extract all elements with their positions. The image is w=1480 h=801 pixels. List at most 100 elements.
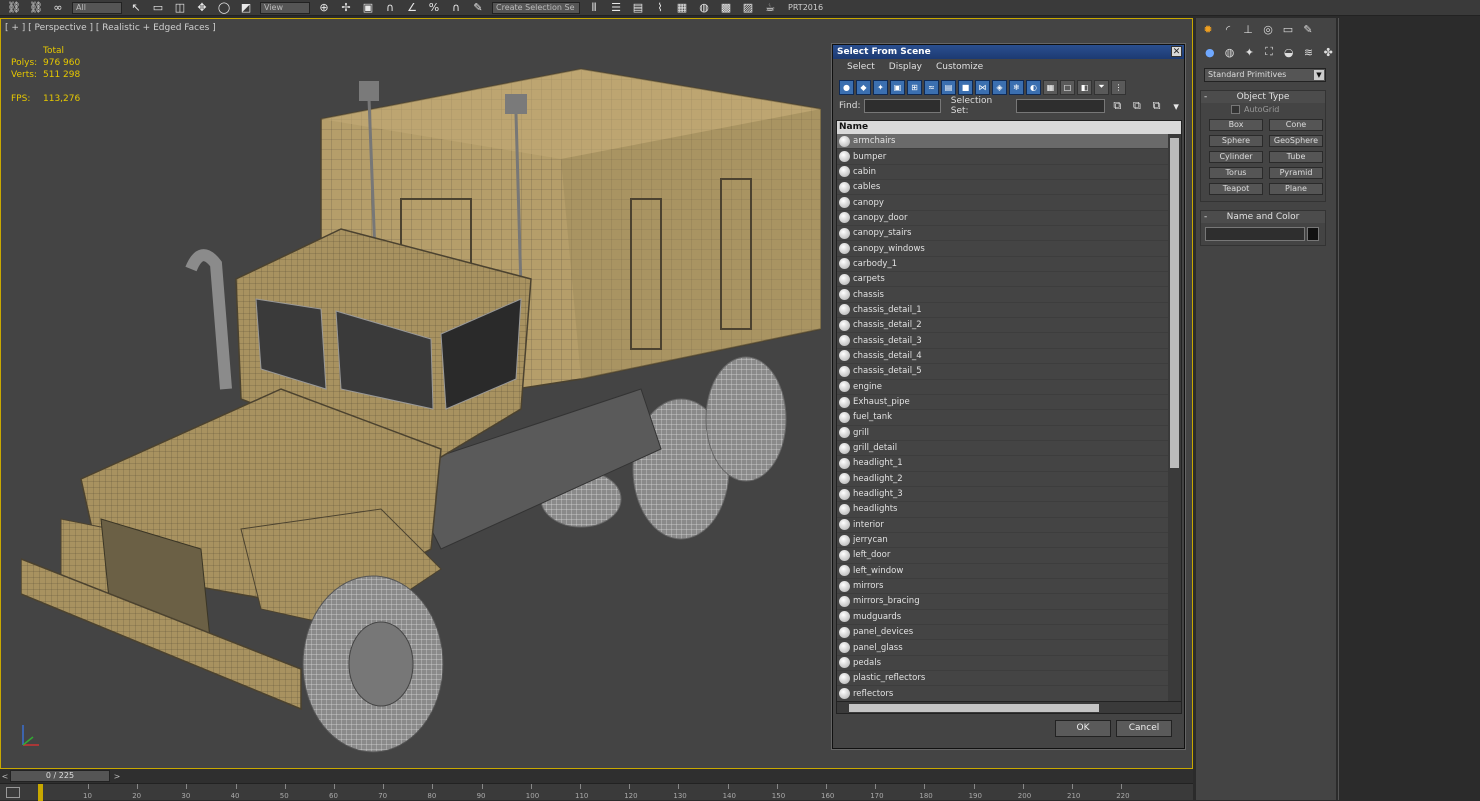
list-item[interactable]: chassis_detail_3	[837, 333, 1169, 349]
list-item[interactable]: mudguards	[837, 609, 1169, 625]
find-input[interactable]	[864, 99, 941, 113]
percent-snap-icon[interactable]: %	[426, 1, 442, 15]
cylinder-button[interactable]: Cylinder	[1209, 151, 1263, 163]
selection-set-dropdown[interactable]	[1015, 99, 1106, 113]
named-selection-dropdown[interactable]: Create Selection Se	[492, 1, 580, 14]
vertical-scrollbar[interactable]	[1168, 134, 1181, 701]
close-icon[interactable]: ✕	[1171, 46, 1182, 57]
rect-select-icon[interactable]: ▭	[150, 1, 166, 15]
prev-frame-button[interactable]: <	[0, 772, 10, 781]
track-bar[interactable]: 10 20 30 40 50 60 70 80 90 100 110 120 130 140 150 160 1…	[0, 783, 1193, 801]
primitive-type-dropdown[interactable]: Standard Primitives ▼	[1204, 68, 1326, 82]
list-item[interactable]: grill_detail	[837, 440, 1169, 457]
create-tab-icon[interactable]: ✹	[1200, 21, 1216, 37]
column-header-name[interactable]: Name	[837, 121, 1181, 134]
list-item[interactable]: grill	[837, 425, 1169, 441]
sphere-button[interactable]: Sphere	[1209, 135, 1263, 147]
list-item[interactable]: panel_devices	[837, 625, 1169, 641]
display-tab-icon[interactable]: ▭	[1280, 21, 1296, 37]
collapse-icon[interactable]: -	[1204, 211, 1207, 223]
truck-model[interactable]	[21, 49, 821, 769]
create-set-icon[interactable]: ⧉	[1109, 99, 1125, 113]
coord-system-dropdown[interactable]: View	[260, 1, 310, 14]
move-icon[interactable]: ✥	[194, 1, 210, 15]
list-item[interactable]: mirrors	[837, 578, 1169, 595]
render-setup-icon[interactable]: ▩	[718, 1, 734, 15]
list-item[interactable]: headlight_1	[837, 456, 1169, 472]
list-item[interactable]: fuel_tank	[837, 410, 1169, 426]
list-item[interactable]: interior	[837, 517, 1169, 533]
render-frame-icon[interactable]: ▨	[740, 1, 756, 15]
list-item[interactable]: headlight_3	[837, 486, 1169, 503]
menu-select[interactable]: Select	[847, 62, 875, 72]
object-type-title[interactable]: - Object Type	[1201, 91, 1325, 103]
geometry-icon[interactable]: ●	[1202, 44, 1218, 60]
lights-icon[interactable]: ✦	[1241, 44, 1257, 60]
pyramid-button[interactable]: Pyramid	[1269, 167, 1323, 179]
plane-button[interactable]: Plane	[1269, 183, 1323, 195]
hierarchy-tab-icon[interactable]: ⊥	[1240, 21, 1256, 37]
snap-icon[interactable]: ∩	[382, 1, 398, 15]
box-button[interactable]: Box	[1209, 119, 1263, 131]
viewport-label[interactable]: [ + ] [ Perspective ] [ Realistic + Edge…	[5, 23, 216, 33]
list-item[interactable]: canopy	[837, 195, 1169, 211]
list-item[interactable]: carpets	[837, 272, 1169, 288]
list-item[interactable]: mirrors_bracing	[837, 594, 1169, 610]
cancel-button[interactable]: Cancel	[1116, 720, 1172, 737]
list-item[interactable]: armchairs	[837, 134, 1169, 150]
geosphere-button[interactable]: GeoSphere	[1269, 135, 1323, 147]
vertical-scroll-thumb[interactable]	[1170, 138, 1179, 468]
motion-tab-icon[interactable]: ◎	[1260, 21, 1276, 37]
filter-options-icon[interactable]: ⋮	[1111, 79, 1126, 95]
remove-from-set-icon[interactable]: ⧉	[1149, 99, 1165, 113]
cone-button[interactable]: Cone	[1269, 119, 1323, 131]
list-item[interactable]: panel_glass	[837, 640, 1169, 656]
systems-icon[interactable]: ✤	[1320, 44, 1336, 60]
chevron-down-icon[interactable]: ▼	[1314, 70, 1324, 80]
hidden-filter-icon[interactable]: ◐	[1026, 79, 1041, 95]
containers-filter-icon[interactable]: ◈	[992, 79, 1007, 95]
object-color-swatch[interactable]	[1307, 227, 1319, 241]
spacewarps-filter-icon[interactable]: ≈	[924, 79, 939, 95]
list-item[interactable]: chassis_detail_1	[837, 302, 1169, 319]
next-frame-button[interactable]: >	[112, 772, 122, 781]
chevron-down-icon[interactable]: ▾	[1168, 99, 1184, 113]
mini-curve-editor-icon[interactable]	[6, 787, 20, 798]
align-icon[interactable]: ☰	[608, 1, 624, 15]
shapes-icon[interactable]: ◍	[1222, 44, 1238, 60]
bind-icon[interactable]: ∞	[50, 1, 66, 15]
render-icon[interactable]: ☕	[762, 1, 778, 15]
bones-filter-icon[interactable]: ⋈	[975, 79, 990, 95]
dialog-title-bar[interactable]: Select From Scene ✕	[833, 45, 1184, 59]
time-slider[interactable]: 0 / 225	[10, 770, 110, 782]
lights-filter-icon[interactable]: ✦	[873, 79, 888, 95]
list-item[interactable]: canopy_windows	[837, 241, 1169, 257]
add-to-set-icon[interactable]: ⧉	[1129, 99, 1145, 113]
utilities-tab-icon[interactable]: ✎	[1300, 21, 1316, 37]
window-crossing-icon[interactable]: ◫	[172, 1, 188, 15]
xrefs-filter-icon[interactable]: ■	[958, 79, 973, 95]
list-item[interactable]: left_door	[837, 548, 1169, 564]
rotate-icon[interactable]: ◯	[216, 1, 232, 15]
object-name-input[interactable]	[1205, 227, 1305, 241]
cameras-filter-icon[interactable]: ▣	[890, 79, 905, 95]
curve-editor-icon[interactable]: ⌇	[652, 1, 668, 15]
horizontal-scrollbar[interactable]	[837, 701, 1181, 713]
list-item[interactable]: canopy_stairs	[837, 226, 1169, 242]
layer-icon[interactable]: ▤	[630, 1, 646, 15]
list-item[interactable]: plastic_reflectors	[837, 671, 1169, 687]
ok-button[interactable]: OK	[1055, 720, 1111, 737]
list-item[interactable]: chassis	[837, 287, 1169, 303]
name-and-color-title[interactable]: - Name and Color	[1201, 211, 1325, 223]
cameras-icon[interactable]: ⛶	[1261, 44, 1277, 60]
collapse-icon[interactable]: -	[1204, 91, 1207, 103]
selection-filter-dropdown[interactable]: All	[72, 1, 122, 14]
tube-button[interactable]: Tube	[1269, 151, 1323, 163]
manipulate-icon[interactable]: ✢	[338, 1, 354, 15]
list-item[interactable]: chassis_detail_4	[837, 348, 1169, 365]
select-invert-icon[interactable]: ◧	[1077, 79, 1092, 95]
link-icon[interactable]: ⛓	[6, 1, 22, 15]
list-item[interactable]: engine	[837, 379, 1169, 395]
list-item[interactable]: chassis_detail_5	[837, 364, 1169, 380]
schematic-icon[interactable]: ▦	[674, 1, 690, 15]
